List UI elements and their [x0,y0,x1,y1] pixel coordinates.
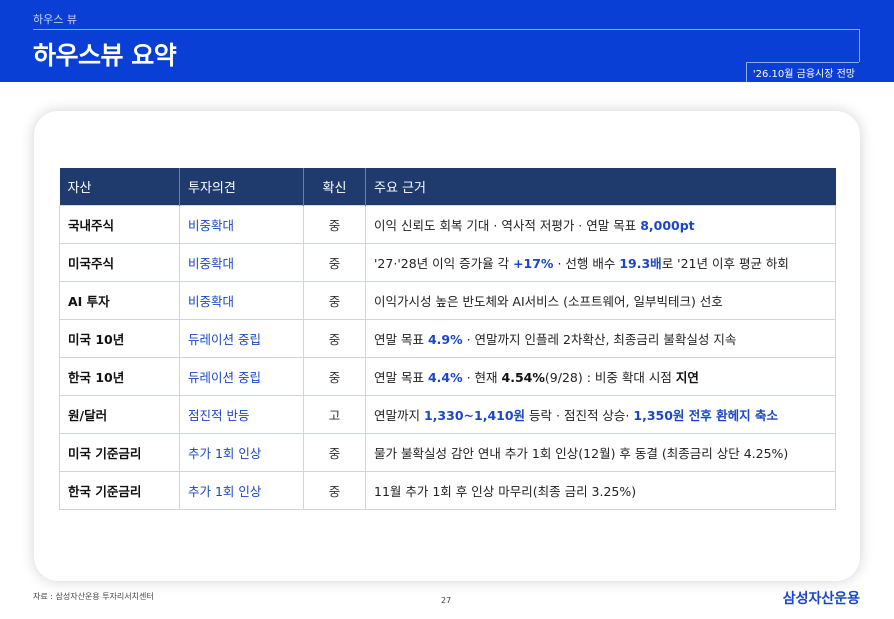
asset-cell: 한국 10년 [59,356,180,396]
rationale-cell: 이익 신뢰도 회복 기대 · 역사적 저평가 · 연말 목표 8,000pt [365,204,836,244]
section-kicker: 하우스 뷰 [33,13,77,26]
col-header-confidence: 확신 [303,168,366,205]
header-divider [33,29,860,30]
table-row: 한국 기준금리 추가 1회 인상 중 11월 추가 1회 후 인상 마무리(최종 금리… [59,470,836,510]
rationale-text: · 연말까지 인플레 2차확산, 최종금리 불확실성 지속 [462,331,737,347]
asset-cell: 미국 10년 [59,318,180,358]
opinion-cell: 추가 1회 인상 [179,470,304,510]
header-banner: 하우스 뷰 하우스뷰 요약 '26.10월 금융시장 전망 [0,0,894,82]
rationale-text: 연말까지 [374,407,424,423]
confidence-cell: 중 [303,242,366,282]
table-row: 한국 10년 듀레이션 중립 중 연말 목표 4.4% · 현재 4.54%(9/28… [59,356,836,396]
rationale-text: '27·'28년 이익 증가율 각 [374,255,514,271]
rationale-cell: 물가 불확실성 감안 연내 추가 1회 인상(12월) 후 동결 (최종금리 상… [365,432,836,472]
asset-cell: 국내주식 [59,204,180,244]
rationale-text: · 현재 [462,369,502,385]
rationale-cell: 연말 목표 4.4% · 현재 4.54%(9/28) : 비중 확대 시점 지… [365,356,836,396]
col-header-asset: 자산 [59,168,180,205]
opinion-cell: 추가 1회 인상 [179,432,304,472]
page-number: 27 [441,596,452,605]
rationale-text: 연말 목표 [374,369,428,385]
rationale-cell: 연말 목표 4.9% · 연말까지 인플레 2차확산, 최종금리 불확실성 지속 [365,318,836,358]
rationale-text: 11월 추가 1회 후 인상 마무리(최종 금리 3.25%) [374,483,637,499]
opinion-cell: 점진적 반등 [179,394,304,434]
table-row: 미국 10년 듀레이션 중립 중 연말 목표 4.9% · 연말까지 인플레 2차확산… [59,318,836,358]
rationale-highlight: 4.4% [427,369,463,385]
confidence-cell: 중 [303,280,366,320]
rationale-highlight: 지연 [675,369,699,385]
rationale-cell: 11월 추가 1회 후 인상 마무리(최종 금리 3.25%) [365,470,836,510]
rationale-highlight: +17% [513,255,554,271]
asset-cell: 원/달러 [59,394,180,434]
rationale-text: (9/28) : 비중 확대 시점 [544,369,676,385]
rationale-text: 등락 · 점진적 상승· [525,407,634,423]
confidence-cell: 중 [303,356,366,396]
rationale-highlight: 19.3배 [619,255,662,271]
rationale-text: 로 '21년 이후 평균 하회 [661,255,789,271]
col-header-rationale: 주요 근거 [365,168,836,205]
table-header-row: 자산 투자의견 확신 주요 근거 [59,168,836,205]
rationale-text: 이익 신뢰도 회복 기대 · 역사적 저평가 · 연말 목표 [374,217,641,233]
col-header-opinion: 투자의견 [179,168,304,205]
confidence-cell: 중 [303,204,366,244]
rationale-highlight: 1,330~1,410원 [423,407,526,423]
confidence-cell: 중 [303,318,366,358]
confidence-cell: 고 [303,394,366,434]
table-row: AI 투자 비중확대 중 이익가시성 높은 반도체와 AI서비스 (소프트웨어, 일부… [59,280,836,320]
rationale-text: 연말 목표 [374,331,428,347]
header-divider-vertical [859,29,860,62]
rationale-cell: 연말까지 1,330~1,410원 등락 · 점진적 상승· 1,350원 전후… [365,394,836,434]
table-row: 국내주식 비중확대 중 이익 신뢰도 회복 기대 · 역사적 저평가 · 연말 목표 … [59,204,836,244]
table-row: 미국 기준금리 추가 1회 인상 중 물가 불확실성 감안 연내 추가 1회 인상(1… [59,432,836,472]
report-tag: '26.10월 금융시장 전망 [745,62,859,82]
opinion-cell: 비중확대 [179,204,304,244]
opinion-cell: 듀레이션 중립 [179,318,304,358]
confidence-cell: 중 [303,470,366,510]
rationale-highlight: 1,350원 전후 환헤지 축소 [633,407,778,423]
rationale-text: 이익가시성 높은 반도체와 AI서비스 (소프트웨어, 일부빅테크) 선호 [374,293,723,309]
asset-cell: AI 투자 [59,280,180,320]
opinion-cell: 비중확대 [179,242,304,282]
opinion-cell: 듀레이션 중립 [179,356,304,396]
confidence-cell: 중 [303,432,366,472]
brand-logo: 삼성자산운용 [782,591,860,607]
opinion-cell: 비중확대 [179,280,304,320]
rationale-text: 물가 불확실성 감안 연내 추가 1회 인상(12월) 후 동결 (최종금리 상… [374,445,789,461]
rationale-highlight: 8,000pt [640,217,695,233]
asset-cell: 미국 기준금리 [59,432,180,472]
asset-cell: 미국주식 [59,242,180,282]
page-title: 하우스뷰 요약 [33,41,177,70]
rationale-cell: '27·'28년 이익 증가율 각 +17% · 선행 배수 19.3배로 '2… [365,242,836,282]
source-note: 자료 : 삼성자산운용 투자리서치센터 [33,592,154,601]
rationale-cell: 이익가시성 높은 반도체와 AI서비스 (소프트웨어, 일부빅테크) 선호 [365,280,836,320]
rationale-highlight: 4.54% [501,369,545,385]
rationale-text: · 선행 배수 [553,255,620,271]
house-view-table: 자산 투자의견 확신 주요 근거 국내주식 비중확대 중 이익 신뢰도 회복 기대 ·… [59,168,836,510]
table-row: 원/달러 점진적 반등 고 연말까지 1,330~1,410원 등락 · 점진적 상승… [59,394,836,434]
table-row: 미국주식 비중확대 중 '27·'28년 이익 증가율 각 +17% · 선행 배수 … [59,242,836,282]
rationale-highlight: 4.9% [427,331,463,347]
asset-cell: 한국 기준금리 [59,470,180,510]
